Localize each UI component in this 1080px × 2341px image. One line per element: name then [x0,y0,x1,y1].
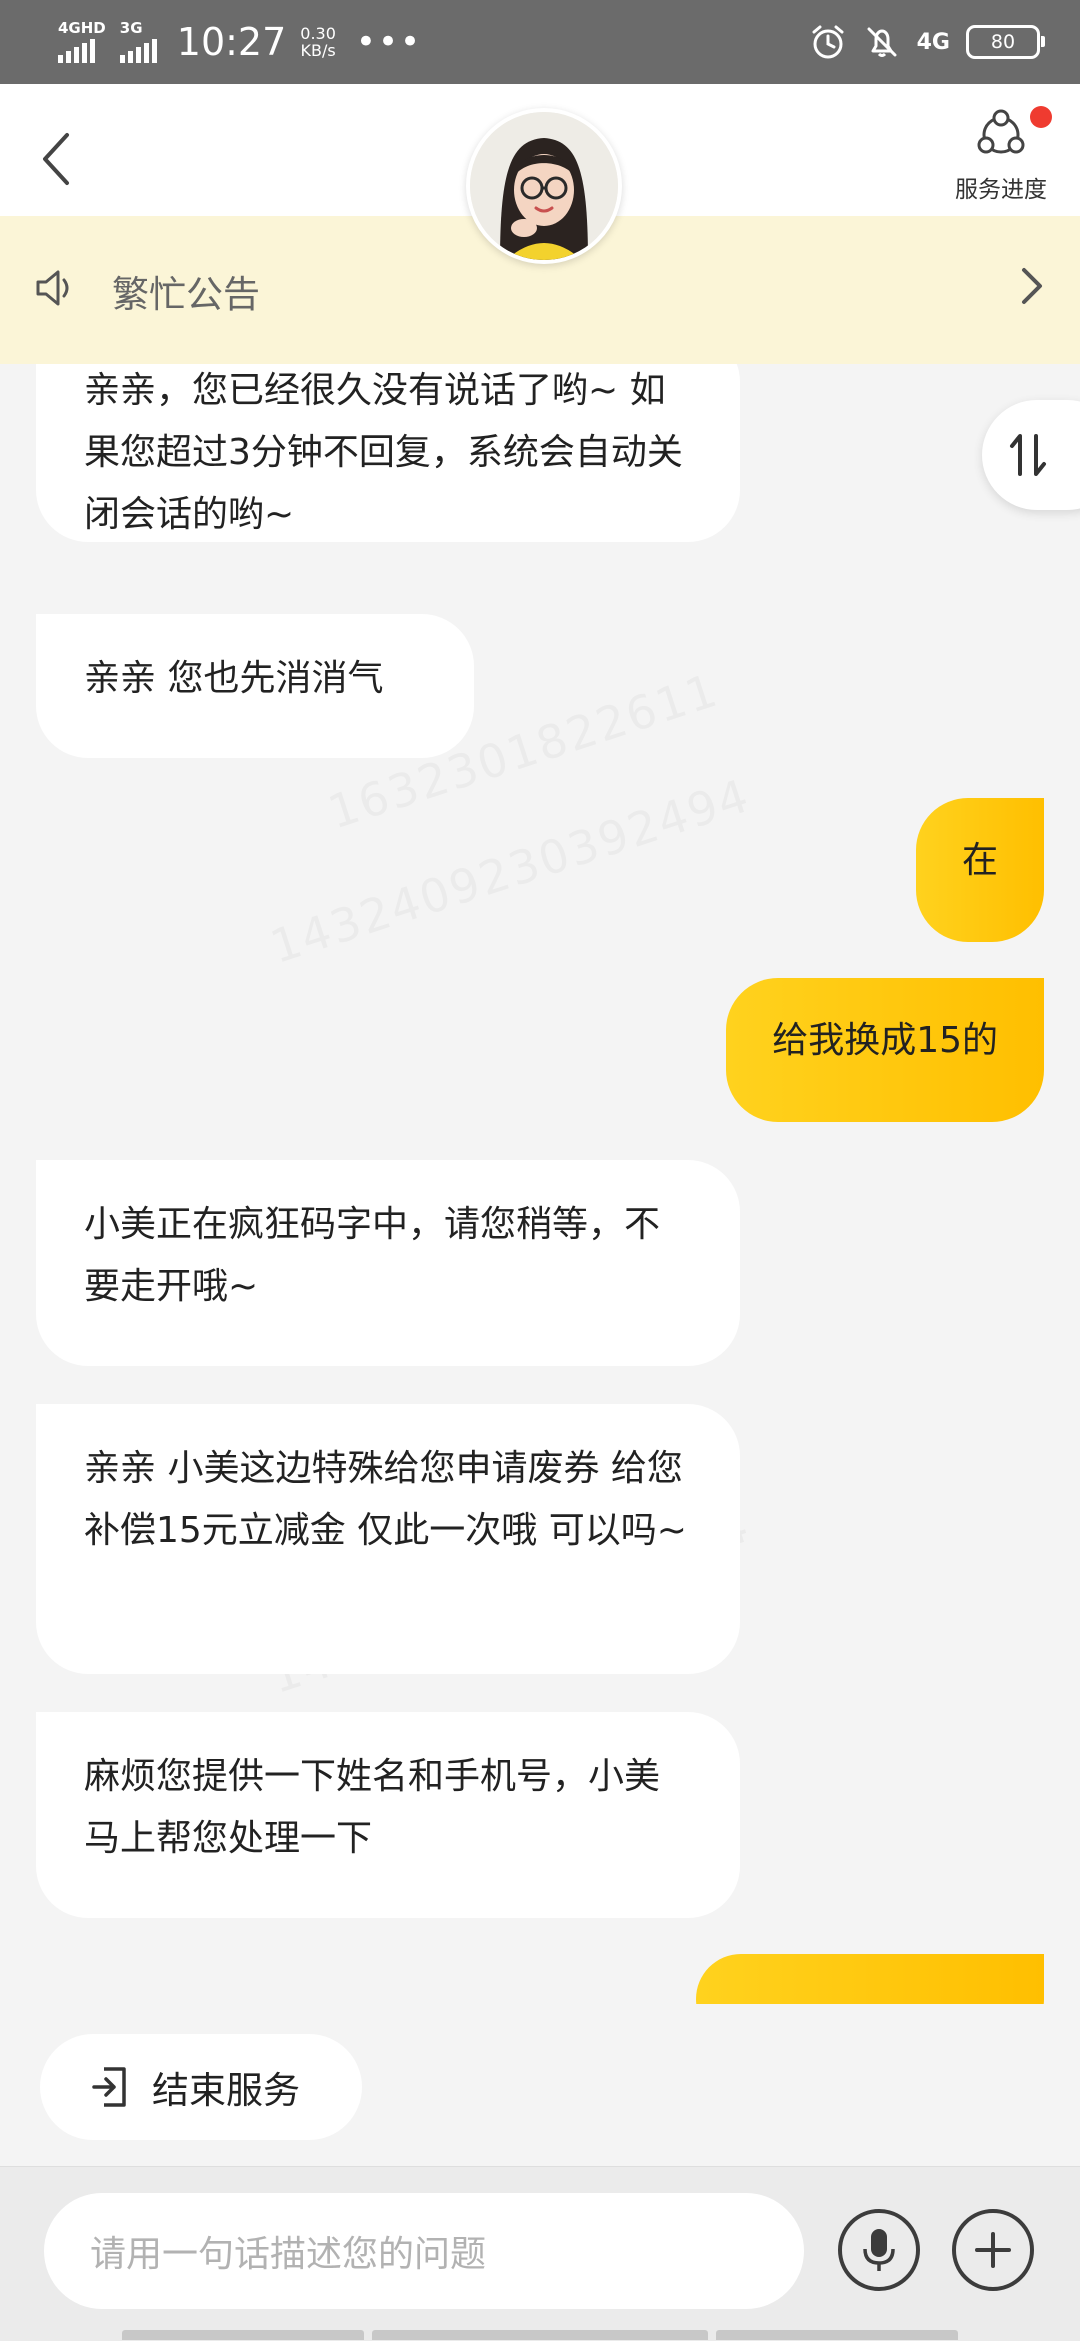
service-progress-icon [977,109,1025,154]
mute-bell-icon [867,27,897,57]
voice-button[interactable] [838,2209,920,2291]
speed-value: 0.30 [300,24,336,43]
keyboard-handle [372,2330,708,2340]
add-button[interactable] [952,2209,1034,2291]
network-type-2: 3G [119,19,143,37]
agent-avatar[interactable] [466,108,622,264]
message-text: 亲亲 小美这边特殊给您申请废券 给您补偿15元立减金 仅此一次哦 可以吗~ [84,1448,687,1551]
keyboard-handle [716,2330,958,2340]
message-text: 亲亲，您已经很久没有说话了哟~ 如果您超过3分钟不回复，系统会自动关闭会话的哟~ [84,370,683,535]
signal-icon-1: 4GHD [58,21,106,63]
service-progress-label: 服务进度 [955,177,1047,203]
notice-text: 繁忙公告 [112,273,260,316]
plus-icon [975,2232,1011,2268]
message-text: 小美正在疯狂码字中，请您稍等，不要走开哦~ [84,1204,661,1307]
agent-avatar-image [470,112,618,260]
speaker-icon [36,270,69,306]
agent-message: 小美正在疯狂码字中，请您稍等，不要走开哦~ [36,1160,740,1366]
agent-message: 亲亲，您已经很久没有说话了哟~ 如果您超过3分钟不回复，系统会自动关闭会话的哟~ [36,364,740,542]
back-button[interactable] [28,114,84,204]
clock: 10:27 [176,20,287,64]
keyboard-handle [122,2330,364,2340]
battery-icon: 80 [966,25,1045,59]
network-type-1: 4GHD [58,19,106,37]
network-speed: 0.30 KB/s [300,25,336,59]
status-bar: 4GHD 3G 10:27 0.30 KB/s ••• 4G 80 [0,0,1080,84]
agent-message: 亲亲 您也先消消气 [36,614,474,758]
signal-icon-2: 3G [119,19,157,63]
message-text: 亲亲 您也先消消气 [84,658,384,699]
more-notifications: ••• [355,22,423,62]
exit-icon [92,2067,126,2107]
chat-area[interactable]: 1632301822611 1432409230392494 163230182… [0,364,1080,2004]
user-message-partial [696,1954,1044,2004]
chevron-right-icon [1022,268,1042,304]
agent-message: 麻烦您提供一下姓名和手机号，小美马上帮您处理一下 [36,1712,740,1918]
user-message: 在 [915,798,1044,942]
message-input[interactable]: 请用一句话描述您的问题 [44,2193,804,2309]
message-text: 给我换成15的 [772,1020,998,1061]
notification-dot [1030,106,1052,128]
user-message: 给我换成15的 [726,978,1044,1122]
message-text: 麻烦您提供一下姓名和手机号，小美马上帮您处理一下 [84,1756,661,1859]
alarm-icon [812,25,844,59]
end-service-label: 结束服务 [152,2069,300,2112]
message-text: 在 [961,840,998,881]
battery-level: 80 [990,31,1016,53]
microphone-icon [863,2229,895,2271]
network-type-right: 4G [916,29,950,55]
service-progress-button[interactable]: 服务进度 [936,102,1066,212]
chevron-left-icon [43,133,69,185]
input-placeholder: 请用一句话描述您的问题 [90,2234,487,2275]
speed-unit: KB/s [300,41,336,60]
agent-message: 亲亲 小美这边特殊给您申请废券 给您补偿15元立减金 仅此一次哦 可以吗~ [36,1404,740,1674]
input-bar: 请用一句话描述您的问题 [0,2166,1080,2341]
end-service-button[interactable]: 结束服务 [40,2034,362,2140]
swap-vertical-icon [1010,434,1046,476]
